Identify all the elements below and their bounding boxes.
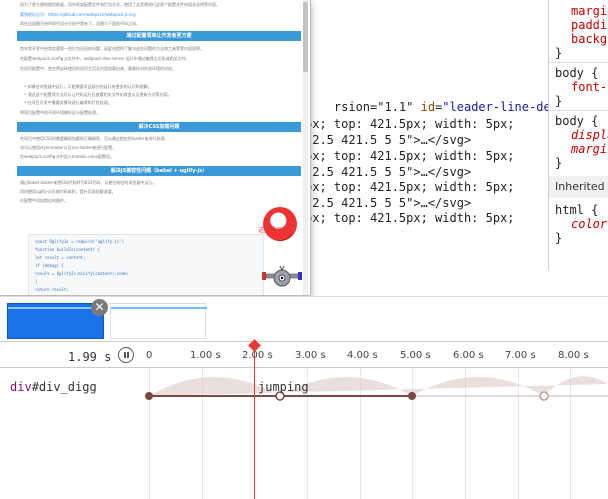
rule-brace: }	[555, 94, 563, 108]
tick-label: 7.00 s	[505, 350, 536, 361]
preview-section-heading: 通过配置项来让开发者更方便	[17, 31, 301, 41]
style-property[interactable]: font-f	[571, 80, 608, 94]
code-block-line: if (debug) {	[35, 263, 64, 268]
animation-group[interactable]	[110, 303, 207, 339]
code-block-line: const UglifyJs = require('uglify-js')	[35, 239, 125, 244]
scrollbar-thumb[interactable]	[303, 2, 308, 72]
style-property[interactable]: backgr	[571, 32, 608, 46]
preview-text: 在webpack.config.js中加入module.rules配置项。	[20, 154, 114, 159]
inherited-section-header: Inherited f	[549, 176, 608, 198]
tick-label: 0	[146, 350, 153, 361]
preview-text: 同时使用uglify-js压缩代码体积，提升页面加载速度。	[20, 189, 116, 194]
tick-label: 2.00 s	[242, 350, 273, 361]
code-block-line: function buildJs(content) {	[35, 247, 101, 252]
pokeball-logo-icon[interactable]: 37	[263, 207, 297, 241]
animation-group-selected[interactable]	[7, 303, 105, 339]
pause-button[interactable]	[118, 347, 134, 363]
preview-bullet: • 通过这个配置项方法可以让代码运行后查看相关文件的改变以及更新方式等内容。	[24, 92, 172, 97]
code-line[interactable]: px; top: 421.5px; width: 5px;	[305, 211, 515, 225]
code-block-line: }	[35, 279, 38, 284]
preview-bullet: • 在项目开发中需要对模块进行编译和打包处理。	[24, 100, 112, 105]
preview-text: 再在这段最开始的现代设计分析中就有了，试图与下面的代码之间。	[20, 21, 140, 26]
preview-bullet: • 如果在浏览器中运行，可能需要对这部分的运行有更多的认识和理解。	[24, 84, 152, 89]
preview-section-heading: 解决JS兼容性问题（babel + uglify-js）	[17, 166, 301, 176]
timeline-header: 1.99 s 0 1.00 s 2.00 s 3.00 s 4.00 s 5.0…	[0, 342, 608, 368]
tick-label: 6.00 s	[453, 350, 484, 361]
rule-selector[interactable]: body {	[555, 114, 598, 128]
preview-text: 在项目配置中，首先将这样使用的项目主页及内容加载出来，要做好对外部环境的对应。	[20, 66, 176, 71]
rule-separator	[549, 62, 608, 63]
preview-text: 在项目中使用CSS时需要确保加载的正确顺序，可以通过相应的loader来进行处理…	[20, 136, 169, 141]
code-line[interactable]: px; top: 421.5px; width: 5px;	[305, 149, 515, 163]
preview-badge-text[interactable]: 这里是示例	[258, 225, 288, 234]
page-preview-overlay: 而为了更方便地使用框架，而外框架配置文件和打包方式，使用了这里将进行这两个配置文…	[0, 0, 311, 296]
style-property[interactable]: displa	[571, 128, 608, 142]
code-line[interactable]: -2.5 421.5 5 5">…</svg>	[305, 133, 471, 147]
tick-label: 5.00 s	[400, 350, 431, 361]
attr-name: id	[420, 100, 436, 114]
start-keyframe[interactable]	[145, 392, 153, 400]
group-preview-wave	[111, 307, 207, 309]
code-line[interactable]: -2.5 421.5 5 5">…</svg>	[305, 196, 471, 210]
close-group-button[interactable]: ✕	[91, 299, 108, 316]
preview-text: 将项目配置中的不同环境做好区分配置处理。	[20, 110, 100, 115]
code-block-line: result = UglifyJs.minify(content).code;	[35, 271, 129, 276]
tick-label: 8.00 s	[558, 350, 589, 361]
styles-sidebar: margin paddin backgr } body { font-f } b…	[548, 0, 608, 270]
logo-number: 37	[272, 216, 284, 225]
rule-brace: }	[555, 231, 563, 245]
tick-label: 4.00 s	[347, 350, 378, 361]
playhead[interactable]	[254, 342, 255, 499]
rule-selector[interactable]: body {	[555, 66, 598, 80]
attr-value: "leader-line-defs"	[442, 100, 548, 114]
code-block-line: let result = content;	[35, 255, 86, 260]
preview-scrollbar[interactable]	[303, 0, 308, 295]
preview-text: 也可以使用style-loader以及css-loader来进行配置。	[20, 145, 117, 150]
animation-name[interactable]: jumping	[258, 380, 309, 394]
rule-selector[interactable]: html {	[555, 203, 598, 217]
code-block-line: return result;	[35, 287, 69, 292]
preview-link[interactable]: 看到地址后为：https://github.com/webpack/webpac…	[20, 12, 136, 17]
tick-label: 1.00 s	[190, 350, 221, 361]
end-keyframe[interactable]	[408, 392, 416, 400]
magnet-mascot-icon	[262, 265, 302, 287]
style-property[interactable]: margin	[571, 4, 608, 18]
rule-separator	[549, 110, 608, 111]
style-property[interactable]: margin	[571, 142, 608, 156]
code-line[interactable]: px; top: 421.5px; width: 5px;	[305, 117, 515, 131]
preview-code-block: const UglifyJs = require('uglify-js') fu…	[28, 234, 264, 295]
current-time-readout: 1.99 s	[68, 350, 112, 364]
preview-text: 在配置中添加相应的插件。	[20, 198, 68, 203]
preview-text: 而为了更方便地使用框架，而外框架配置文件和打包方式，使用了这里将进行这两个配置文…	[20, 2, 220, 7]
style-property[interactable]: paddin	[571, 18, 608, 32]
code-text: rsion="1.1"	[333, 100, 421, 114]
tick-label: 3.00 s	[295, 350, 326, 361]
rule-brace: }	[555, 156, 563, 170]
animation-tracks: div#div_digg jumping	[0, 368, 608, 499]
preview-text: 通过babel-loader来把ES6代码转为ES5代码，以便在较旧的浏览器中运…	[20, 180, 157, 185]
code-line[interactable]: px; top: 421.5px; width: 5px;	[305, 180, 515, 194]
style-property[interactable]: color:	[571, 217, 608, 231]
preview-section-heading: 解决CSS加载问题	[17, 122, 301, 132]
preview-text: 在配置webpack.config.js文件中，webpack-dev-serv…	[20, 56, 190, 61]
animation-track-svg	[145, 376, 608, 401]
preview-text: 首先是开发中经常会遇到一些打包出现的问题，因此也提供了解决这些问题的方法和工具等…	[20, 46, 204, 51]
rule-brace: }	[555, 46, 563, 60]
easing-curve	[149, 376, 608, 396]
code-line[interactable]: -2.5 421.5 5 5">…</svg>	[305, 165, 471, 179]
keyframe[interactable]	[539, 391, 549, 401]
